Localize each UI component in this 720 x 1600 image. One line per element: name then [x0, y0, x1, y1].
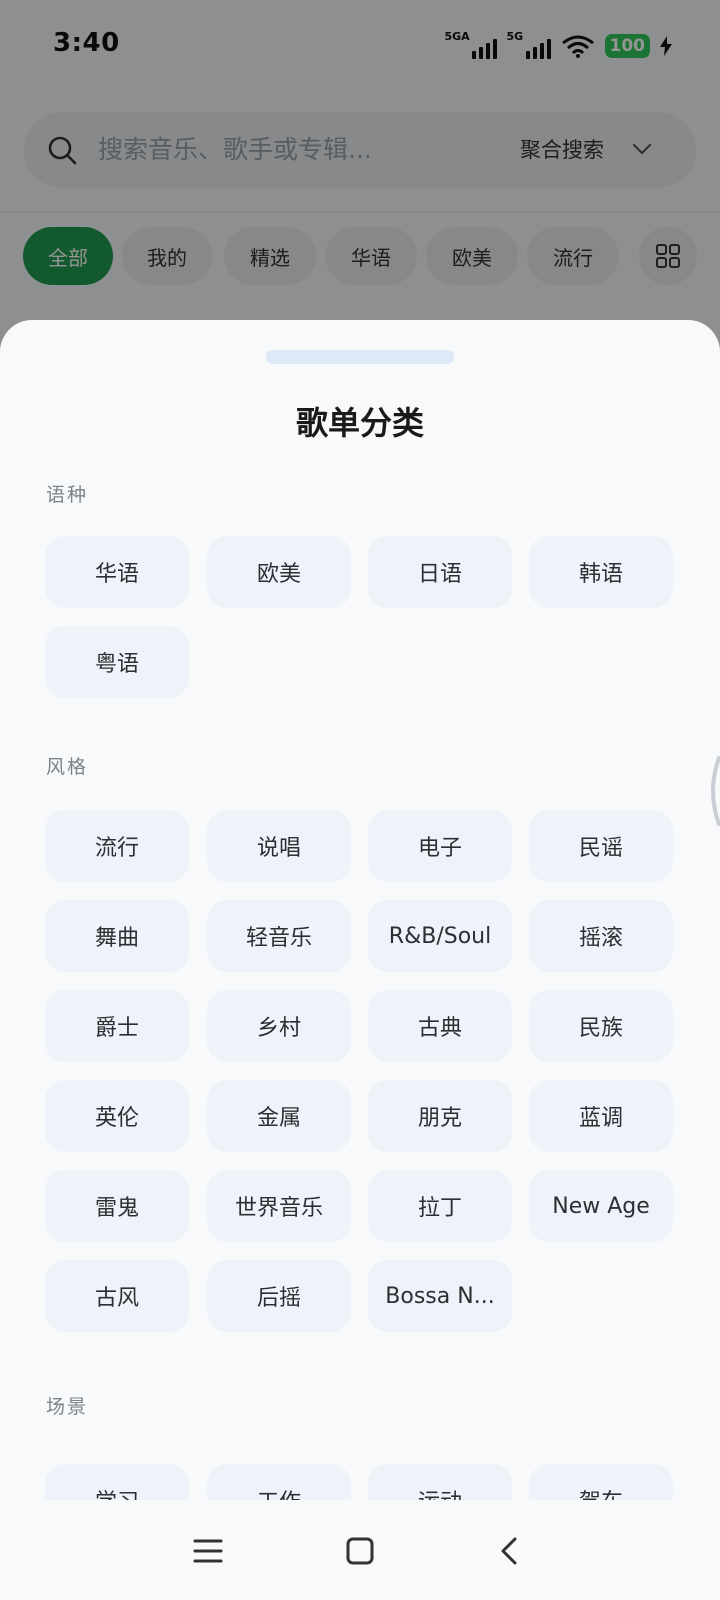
section-label-scene: 场景: [46, 1396, 89, 1418]
category-tag[interactable]: 韩语: [529, 536, 673, 608]
category-tag[interactable]: 古典: [368, 990, 512, 1062]
category-tag[interactable]: 雷鬼: [45, 1170, 189, 1242]
category-tag[interactable]: 爵士: [45, 990, 189, 1062]
playlist-category-sheet: 歌单分类 语种 华语 欧美 日语 韩语 粤语 风格 流行 说唱 电子 民谣 舞曲…: [0, 320, 720, 1600]
scroll-indicator[interactable]: [705, 756, 720, 826]
category-tag[interactable]: 轻音乐: [207, 900, 351, 972]
category-tag[interactable]: 世界音乐: [207, 1170, 351, 1242]
system-navigation-bar: [0, 1500, 720, 1600]
category-tag[interactable]: 金属: [207, 1080, 351, 1152]
home-square-icon[interactable]: [346, 1537, 374, 1565]
category-tag[interactable]: New Age: [529, 1170, 673, 1242]
category-tag[interactable]: 说唱: [207, 810, 351, 882]
sheet-title: 歌单分类: [295, 404, 424, 442]
category-tag[interactable]: 欧美: [207, 536, 351, 608]
category-tag[interactable]: 摇滚: [529, 900, 673, 972]
category-tag[interactable]: 民谣: [529, 810, 673, 882]
category-tag[interactable]: 英伦: [45, 1080, 189, 1152]
section-label-language: 语种: [46, 484, 89, 506]
category-tag[interactable]: 日语: [368, 536, 512, 608]
category-tag[interactable]: 电子: [368, 810, 512, 882]
menu-icon[interactable]: [193, 1538, 223, 1564]
category-tag[interactable]: 蓝调: [529, 1080, 673, 1152]
category-tag[interactable]: 乡村: [207, 990, 351, 1062]
back-icon[interactable]: [499, 1536, 519, 1566]
category-tag[interactable]: 后摇: [207, 1260, 351, 1332]
category-tag[interactable]: 流行: [45, 810, 189, 882]
category-tag[interactable]: Bossa N...: [368, 1260, 512, 1332]
section-label-style: 风格: [46, 756, 89, 778]
category-tag[interactable]: 古风: [45, 1260, 189, 1332]
category-tag[interactable]: 拉丁: [368, 1170, 512, 1242]
category-tag[interactable]: 舞曲: [45, 900, 189, 972]
category-tag[interactable]: R&B/Soul: [368, 900, 512, 972]
category-tag[interactable]: 华语: [45, 536, 189, 608]
sheet-drag-handle[interactable]: [266, 350, 454, 364]
category-tag[interactable]: 民族: [529, 990, 673, 1062]
category-tag[interactable]: 朋克: [368, 1080, 512, 1152]
category-tag[interactable]: 粤语: [45, 626, 189, 698]
